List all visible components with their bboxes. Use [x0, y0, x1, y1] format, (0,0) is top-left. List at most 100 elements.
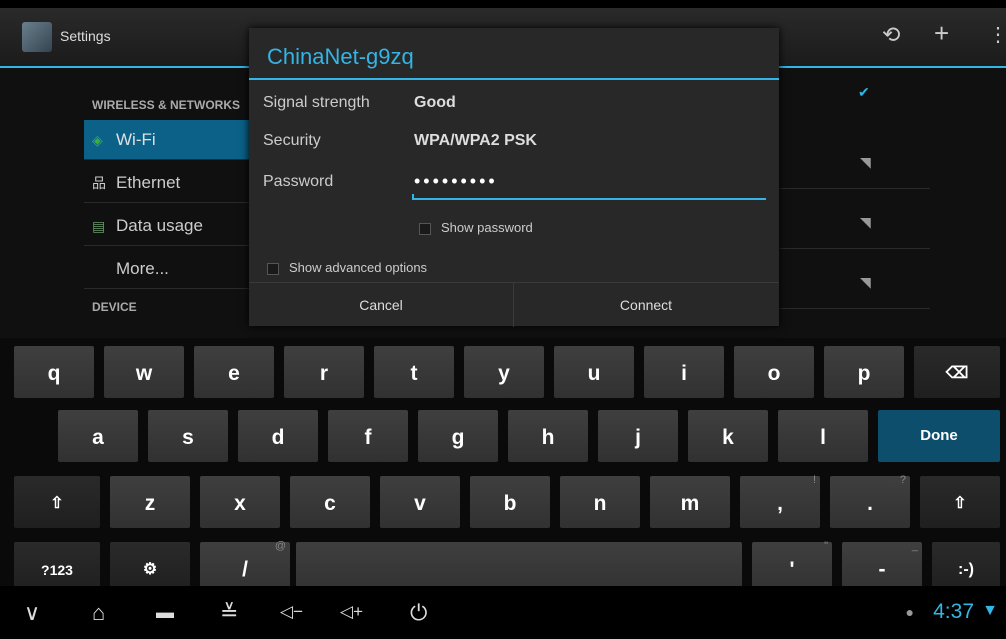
key-p[interactable]: p — [824, 346, 904, 398]
key-comma[interactable]: , ! — [740, 474, 820, 528]
key-n[interactable]: n — [560, 476, 640, 528]
key-h[interactable]: h — [508, 410, 588, 462]
key-slash-label: / — [242, 558, 248, 581]
recent-apps-icon[interactable]: ▬ — [156, 602, 174, 623]
wps-icon[interactable]: ⟲ — [882, 22, 900, 48]
key-d[interactable]: d — [238, 410, 318, 462]
checkbox-box[interactable] — [419, 222, 431, 235]
overflow-menu-icon[interactable]: ⋮ — [988, 22, 1006, 47]
key-i[interactable]: i — [644, 346, 724, 398]
settings-app-icon[interactable] — [22, 22, 52, 52]
wifi-status-icon: ▼ — [982, 602, 998, 619]
backspace-key[interactable]: ⌫ — [914, 346, 1000, 398]
dialog-title: ChinaNet-g9zq — [267, 44, 414, 69]
connect-button[interactable]: Connect — [514, 283, 778, 327]
key-f[interactable]: f — [328, 410, 408, 462]
nav-header-wireless: WIRELESS & NETWORKS — [92, 98, 241, 112]
add-network-icon[interactable]: + — [934, 18, 949, 49]
key-w[interactable]: w — [104, 346, 184, 398]
volume-up-icon[interactable]: ◁+ — [340, 602, 363, 622]
back-icon[interactable]: ∨ — [24, 600, 40, 626]
wifi-signal-icon: ◥ — [860, 274, 871, 290]
wifi-network-row[interactable]: ◥ — [780, 248, 930, 309]
app-title: Settings — [60, 28, 111, 44]
title-divider — [249, 78, 779, 80]
key-comma-label: , — [777, 492, 783, 515]
nav-item-ethernet[interactable]: 品 Ethernet — [84, 163, 254, 203]
key-r[interactable]: r — [284, 346, 364, 398]
shift-icon: ⇧ — [953, 495, 967, 512]
nav-item-more[interactable]: More... — [84, 249, 254, 289]
show-password-label: Show password — [441, 220, 533, 235]
key-u[interactable]: u — [554, 346, 634, 398]
key-t[interactable]: t — [374, 346, 454, 398]
security-value: WPA/WPA2 PSK — [414, 132, 537, 149]
backspace-icon: ⌫ — [945, 365, 969, 382]
wifi-toggle-check-icon[interactable]: ✔ — [858, 84, 870, 101]
signal-strength-value: Good — [414, 94, 456, 111]
key-z[interactable]: z — [110, 476, 190, 528]
key-l[interactable]: l — [778, 410, 868, 462]
key-o[interactable]: o — [734, 346, 814, 398]
done-key[interactable]: Done — [878, 410, 1000, 462]
system-bar: ∨ ⌂ ▬ ≚ ◁− ◁+ ⏻ ● 4:37 ▼ — [0, 586, 1006, 639]
security-label: Security — [263, 132, 321, 149]
nav-item-data-usage[interactable]: ▤ Data usage — [84, 206, 254, 246]
nav-item-label: Wi-Fi — [116, 130, 156, 149]
key-e[interactable]: e — [194, 346, 274, 398]
wifi-network-row[interactable]: ◥ — [780, 188, 930, 249]
soft-keyboard: q w e r t y u i o p ⌫ a s d f g h j k l … — [0, 338, 1006, 594]
key-g[interactable]: g — [418, 410, 498, 462]
nav-item-label: More... — [116, 259, 169, 278]
key-q[interactable]: q — [14, 346, 94, 398]
key-apostrophe-label: ' — [789, 558, 795, 581]
checkbox-box[interactable] — [267, 262, 279, 275]
show-advanced-checkbox[interactable]: Show advanced options — [267, 260, 427, 275]
wifi-icon: ◈ — [92, 132, 103, 148]
dialog-button-row: Cancel Connect — [249, 282, 779, 327]
nav-item-wifi[interactable]: ◈ Wi-Fi — [84, 120, 254, 160]
wifi-list: ✔ ◥ ◥ ◥ — [780, 68, 980, 340]
key-m[interactable]: m — [650, 476, 730, 528]
show-password-checkbox[interactable]: Show password — [419, 220, 533, 235]
key-c[interactable]: c — [290, 476, 370, 528]
wifi-signal-icon: ◥ — [860, 154, 871, 170]
show-advanced-label: Show advanced options — [289, 260, 428, 275]
password-label: Password — [263, 173, 334, 190]
signal-strength-label: Signal strength — [263, 94, 370, 111]
key-x[interactable]: x — [200, 476, 280, 528]
nav-header-device: DEVICE — [92, 300, 137, 314]
shift-key-left[interactable]: ⇧ — [14, 476, 100, 528]
wifi-network-row[interactable]: ◥ — [780, 128, 930, 189]
ethernet-icon: 品 — [92, 175, 106, 191]
key-b[interactable]: b — [470, 476, 550, 528]
password-input[interactable]: ••••••••• — [412, 168, 766, 200]
key-period[interactable]: . ? — [830, 474, 910, 528]
settings-nav: WIRELESS & NETWORKS ◈ Wi-Fi 品 Ethernet ▤… — [84, 68, 254, 340]
key-y[interactable]: y — [464, 346, 544, 398]
key-dash-label: - — [878, 558, 886, 581]
volume-down-icon[interactable]: ◁− — [280, 602, 303, 622]
key-j[interactable]: j — [598, 410, 678, 462]
key-period-hint: ? — [899, 474, 906, 486]
shift-icon: ⇧ — [50, 495, 64, 512]
cancel-button[interactable]: Cancel — [249, 283, 514, 327]
power-icon[interactable]: ⏻ — [410, 600, 427, 626]
key-s[interactable]: s — [148, 410, 228, 462]
key-a[interactable]: a — [58, 410, 138, 462]
nav-item-label: Ethernet — [116, 173, 181, 192]
data-usage-icon: ▤ — [92, 218, 106, 234]
shift-key-right[interactable]: ⇧ — [920, 476, 1000, 528]
nav-item-label: Data usage — [116, 216, 203, 235]
wifi-connect-dialog: ChinaNet-g9zq Signal strength Good Secur… — [249, 28, 779, 327]
android-notification-icon: ● — [905, 604, 914, 620]
key-dash-hint: _ — [911, 540, 918, 552]
key-period-label: . — [867, 492, 873, 515]
home-icon[interactable]: ⌂ — [92, 600, 105, 626]
key-v[interactable]: v — [380, 476, 460, 528]
clock: 4:37 — [933, 600, 974, 623]
key-comma-hint: ! — [812, 474, 816, 486]
hide-keyboard-icon[interactable]: ≚ — [220, 600, 238, 626]
key-k[interactable]: k — [688, 410, 768, 462]
wifi-signal-icon: ◥ — [860, 214, 871, 230]
